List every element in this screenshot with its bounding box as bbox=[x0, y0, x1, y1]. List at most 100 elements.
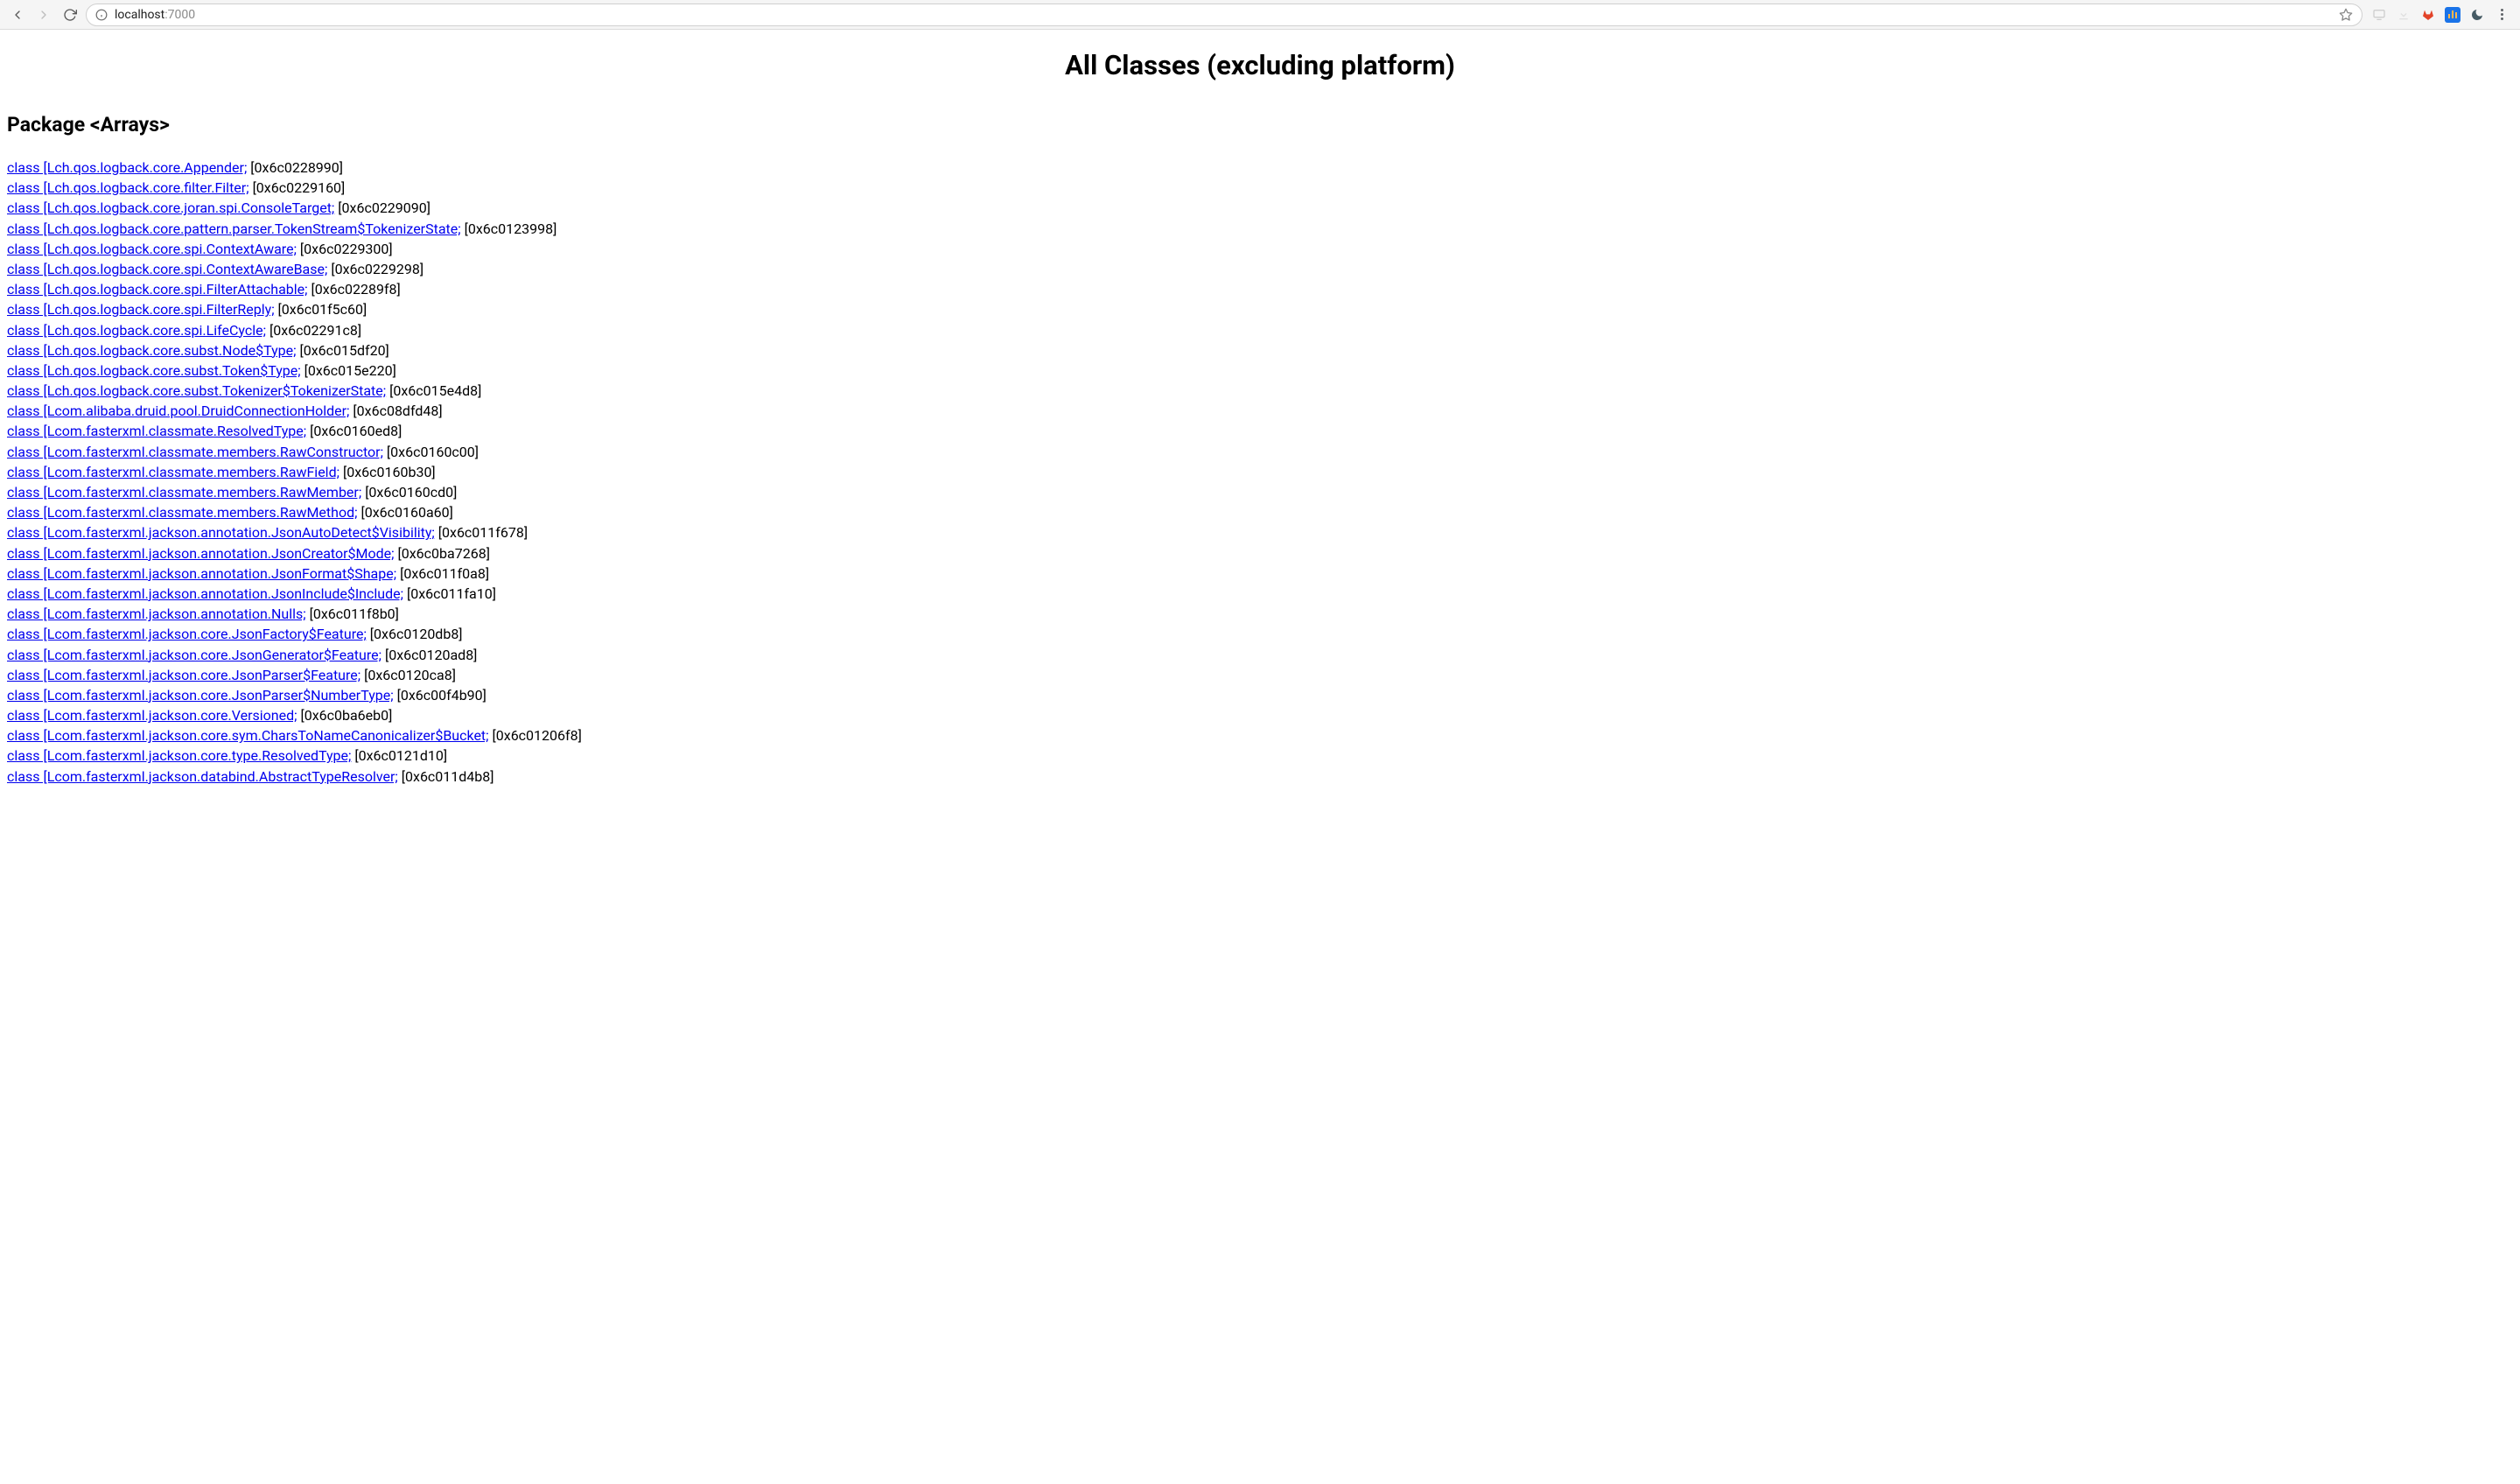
class-address: [0x6c0120ca8] bbox=[360, 667, 456, 683]
class-address: [0x6c015e220] bbox=[301, 362, 396, 379]
class-row: class [Lcom.fasterxml.jackson.annotation… bbox=[7, 584, 2513, 604]
class-row: class [Lcom.fasterxml.jackson.annotation… bbox=[7, 543, 2513, 564]
class-address: [0x6c015e4d8] bbox=[386, 382, 481, 399]
class-row: class [Lch.qos.logback.core.spi.ContextA… bbox=[7, 239, 2513, 259]
class-link[interactable]: class [Lcom.fasterxml.jackson.core.sym.C… bbox=[7, 727, 489, 744]
class-address: [0x6c0160c00] bbox=[383, 444, 479, 460]
class-link[interactable]: class [Lch.qos.logback.core.spi.LifeCycl… bbox=[7, 322, 266, 339]
class-link[interactable]: class [Lcom.fasterxml.classmate.members.… bbox=[7, 444, 383, 460]
browser-menu-button[interactable] bbox=[2494, 9, 2510, 20]
class-link[interactable]: class [Lcom.fasterxml.classmate.members.… bbox=[7, 504, 358, 521]
class-link[interactable]: class [Lch.qos.logback.core.Appender; bbox=[7, 159, 247, 176]
class-link[interactable]: class [Lcom.fasterxml.jackson.core.JsonP… bbox=[7, 687, 394, 704]
page-content: All Classes (excluding platform) Package… bbox=[0, 30, 2520, 804]
class-row: class [Lcom.fasterxml.jackson.core.JsonF… bbox=[7, 624, 2513, 644]
class-link[interactable]: class [Lcom.fasterxml.jackson.annotation… bbox=[7, 606, 306, 622]
arrow-left-icon bbox=[10, 8, 24, 22]
class-row: class [Lch.qos.logback.core.joran.spi.Co… bbox=[7, 198, 2513, 218]
class-row: class [Lch.qos.logback.core.Appender; [0… bbox=[7, 158, 2513, 178]
class-link[interactable]: class [Lch.qos.logback.core.spi.ContextA… bbox=[7, 261, 327, 277]
class-address: [0x6c0229300] bbox=[297, 241, 393, 257]
class-link[interactable]: class [Lcom.fasterxml.classmate.members.… bbox=[7, 484, 361, 500]
class-link[interactable]: class [Lch.qos.logback.core.subst.Node$T… bbox=[7, 342, 297, 359]
class-link[interactable]: class [Lch.qos.logback.core.joran.spi.Co… bbox=[7, 200, 334, 216]
arrow-right-icon bbox=[37, 8, 51, 22]
class-link[interactable]: class [Lcom.fasterxml.classmate.members.… bbox=[7, 464, 340, 480]
info-icon bbox=[95, 9, 108, 21]
class-address: [0x6c0123998] bbox=[461, 220, 557, 237]
class-link[interactable]: class [Lch.qos.logback.core.spi.FilterAt… bbox=[7, 281, 308, 298]
class-address: [0x6c0160b30] bbox=[340, 464, 436, 480]
class-link[interactable]: class [Lcom.fasterxml.jackson.annotation… bbox=[7, 565, 396, 582]
address-bar[interactable]: localhost:7000 bbox=[86, 4, 2362, 26]
extension-gitlab-icon[interactable] bbox=[2420, 7, 2436, 23]
extension-download-icon[interactable] bbox=[2396, 7, 2412, 23]
class-row: class [Lch.qos.logback.core.spi.LifeCycl… bbox=[7, 320, 2513, 340]
class-row: class [Lcom.fasterxml.jackson.core.sym.C… bbox=[7, 725, 2513, 746]
class-address: [0x6c0160a60] bbox=[358, 504, 453, 521]
class-row: class [Lcom.fasterxml.classmate.Resolved… bbox=[7, 421, 2513, 441]
package-heading: Package <Arrays> bbox=[7, 113, 2513, 136]
class-row: class [Lcom.fasterxml.jackson.core.JsonP… bbox=[7, 685, 2513, 705]
reload-button[interactable] bbox=[60, 4, 80, 25]
class-address: [0x6c015df20] bbox=[297, 342, 389, 359]
class-link[interactable]: class [Lcom.fasterxml.jackson.core.type.… bbox=[7, 747, 351, 764]
page-title: All Classes (excluding platform) bbox=[7, 49, 2513, 81]
class-address: [0x6c01f5c60] bbox=[275, 301, 368, 318]
class-row: class [Lcom.fasterxml.jackson.annotation… bbox=[7, 564, 2513, 584]
class-link[interactable]: class [Lch.qos.logback.core.subst.Token$… bbox=[7, 362, 301, 379]
class-link[interactable]: class [Lcom.fasterxml.jackson.core.JsonP… bbox=[7, 667, 360, 683]
class-row: class [Lch.qos.logback.core.pattern.pars… bbox=[7, 219, 2513, 239]
class-link[interactable]: class [Lcom.fasterxml.jackson.databind.A… bbox=[7, 768, 398, 785]
class-link[interactable]: class [Lcom.fasterxml.jackson.core.Versi… bbox=[7, 707, 297, 724]
class-row: class [Lcom.fasterxml.jackson.annotation… bbox=[7, 522, 2513, 542]
class-address: [0x6c011f8b0] bbox=[306, 606, 399, 622]
class-link[interactable]: class [Lch.qos.logback.core.spi.FilterRe… bbox=[7, 301, 275, 318]
class-row: class [Lcom.fasterxml.jackson.core.JsonP… bbox=[7, 665, 2513, 685]
reload-icon bbox=[63, 8, 77, 22]
class-row: class [Lch.qos.logback.core.spi.ContextA… bbox=[7, 259, 2513, 279]
site-info-icon[interactable] bbox=[95, 9, 108, 21]
class-row: class [Lch.qos.logback.core.spi.FilterAt… bbox=[7, 279, 2513, 299]
class-address: [0x6c0228990] bbox=[247, 159, 343, 176]
class-row: class [Lcom.fasterxml.classmate.members.… bbox=[7, 482, 2513, 502]
bookmark-button[interactable] bbox=[2339, 8, 2353, 22]
class-link[interactable]: class [Lch.qos.logback.core.spi.ContextA… bbox=[7, 241, 297, 257]
class-row: class [Lcom.fasterxml.jackson.annotation… bbox=[7, 604, 2513, 624]
class-link[interactable]: class [Lcom.alibaba.druid.pool.DruidConn… bbox=[7, 402, 349, 419]
class-link[interactable]: class [Lcom.fasterxml.classmate.Resolved… bbox=[7, 423, 306, 439]
url-port: :7000 bbox=[164, 8, 195, 22]
class-row: class [Lcom.fasterxml.jackson.core.JsonG… bbox=[7, 645, 2513, 665]
extension-analytics-icon[interactable] bbox=[2445, 7, 2460, 23]
class-address: [0x6c011d4b8] bbox=[398, 768, 494, 785]
class-link[interactable]: class [Lcom.fasterxml.jackson.annotation… bbox=[7, 585, 403, 602]
class-address: [0x6c0160ed8] bbox=[306, 423, 402, 439]
class-row: class [Lcom.fasterxml.jackson.core.Versi… bbox=[7, 705, 2513, 725]
back-button[interactable] bbox=[7, 4, 28, 25]
class-address: [0x6c011f678] bbox=[435, 524, 528, 541]
gitlab-icon bbox=[2421, 8, 2435, 22]
class-address: [0x6c0120db8] bbox=[367, 626, 463, 642]
extension-cast-icon[interactable] bbox=[2371, 7, 2387, 23]
url-host: localhost bbox=[115, 8, 164, 22]
forward-button[interactable] bbox=[33, 4, 54, 25]
class-address: [0x6c0121d10] bbox=[351, 747, 447, 764]
class-address: [0x6c0229298] bbox=[327, 261, 424, 277]
class-link[interactable]: class [Lcom.fasterxml.jackson.core.JsonF… bbox=[7, 626, 367, 642]
class-address: [0x6c011fa10] bbox=[403, 585, 496, 602]
class-link[interactable]: class [Lcom.fasterxml.jackson.core.JsonG… bbox=[7, 647, 382, 663]
class-link[interactable]: class [Lch.qos.logback.core.filter.Filte… bbox=[7, 179, 249, 196]
class-row: class [Lch.qos.logback.core.spi.FilterRe… bbox=[7, 299, 2513, 319]
class-row: class [Lch.qos.logback.core.subst.Tokeni… bbox=[7, 381, 2513, 401]
class-row: class [Lcom.fasterxml.jackson.databind.A… bbox=[7, 766, 2513, 787]
class-address: [0x6c0120ad8] bbox=[382, 647, 477, 663]
class-link[interactable]: class [Lch.qos.logback.core.pattern.pars… bbox=[7, 220, 461, 237]
class-row: class [Lcom.fasterxml.classmate.members.… bbox=[7, 462, 2513, 482]
url-text: localhost:7000 bbox=[115, 8, 2332, 22]
extension-darkmode-icon[interactable] bbox=[2469, 7, 2485, 23]
class-link[interactable]: class [Lcom.fasterxml.jackson.annotation… bbox=[7, 545, 395, 562]
class-link[interactable]: class [Lcom.fasterxml.jackson.annotation… bbox=[7, 524, 435, 541]
class-link[interactable]: class [Lch.qos.logback.core.subst.Tokeni… bbox=[7, 382, 386, 399]
class-row: class [Lch.qos.logback.core.subst.Token$… bbox=[7, 360, 2513, 381]
class-address: [0x6c01206f8] bbox=[489, 727, 582, 744]
